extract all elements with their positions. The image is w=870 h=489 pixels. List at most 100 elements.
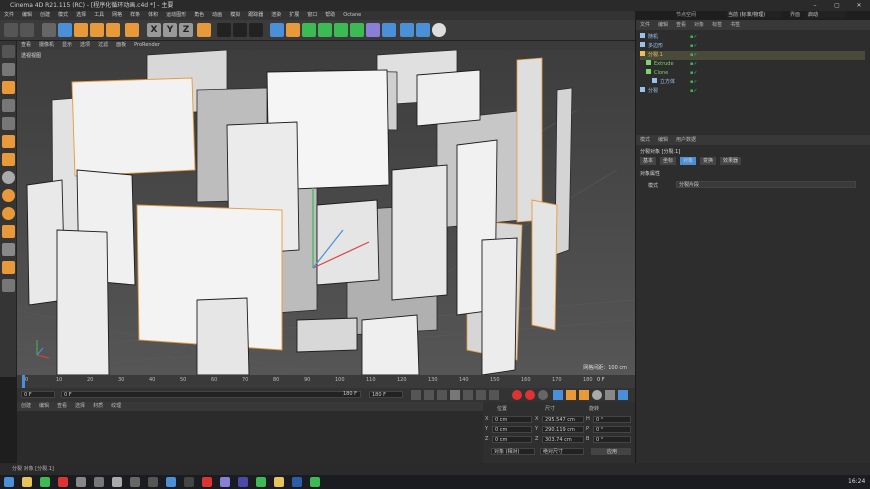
- edges-mode-icon[interactable]: [2, 117, 15, 130]
- app-icon[interactable]: [256, 477, 266, 487]
- polygons-mode-icon[interactable]: [2, 135, 15, 148]
- app-icon[interactable]: [202, 477, 212, 487]
- cloner-icon[interactable]: [334, 23, 348, 37]
- model-mode-icon[interactable]: [2, 45, 15, 58]
- attribute-subtab[interactable]: 变换: [700, 157, 717, 165]
- material-menu-item-0[interactable]: 创建: [17, 402, 35, 411]
- menu-item-8[interactable]: 体积: [144, 11, 162, 20]
- menu-item-12[interactable]: 模拟: [226, 11, 244, 20]
- render-settings-icon[interactable]: [249, 23, 263, 37]
- size-field[interactable]: 290.119 cm: [542, 426, 584, 433]
- object-menu-item-4[interactable]: 标签: [708, 20, 726, 30]
- viewport[interactable]: 透视视图 网格间距：100 cm: [17, 50, 635, 375]
- transform-icon[interactable]: [106, 23, 120, 37]
- menu-item-9[interactable]: 运动图形: [162, 11, 190, 20]
- position-key-icon[interactable]: [553, 390, 563, 400]
- visibility-check-icon[interactable]: ▪✓: [690, 87, 698, 96]
- position-field[interactable]: 0 cm: [492, 426, 532, 433]
- visibility-check-icon[interactable]: ▪✓: [690, 78, 698, 87]
- rotation-key-icon[interactable]: [579, 390, 589, 400]
- x-axis-icon[interactable]: X: [147, 23, 161, 37]
- rotate-icon[interactable]: [90, 23, 104, 37]
- position-field[interactable]: 0 cm: [492, 416, 532, 423]
- floor-icon[interactable]: [400, 23, 414, 37]
- object-row[interactable]: 分裂 ▪✓: [640, 87, 865, 96]
- deformer-icon[interactable]: [366, 23, 380, 37]
- explorer-icon[interactable]: [22, 477, 32, 487]
- camera-icon[interactable]: [416, 23, 430, 37]
- object-row[interactable]: 多边形 ▪✓: [640, 42, 865, 51]
- viewport-menu-item-4[interactable]: 过滤: [94, 41, 112, 50]
- material-menu-item-4[interactable]: 材质: [89, 402, 107, 411]
- size-field[interactable]: 303.74 cm: [542, 436, 584, 443]
- object-row[interactable]: Clone ▪✓: [640, 69, 865, 78]
- menu-item-17[interactable]: 帮助: [321, 11, 339, 20]
- layout-select[interactable]: 当前 (标准/物理): [726, 11, 782, 18]
- menu-item-11[interactable]: 动画: [208, 11, 226, 20]
- menu-item-18[interactable]: Octane: [339, 11, 365, 20]
- light-icon[interactable]: [432, 23, 446, 37]
- visibility-check-icon[interactable]: ▪✓: [690, 60, 698, 69]
- field-icon[interactable]: [382, 23, 396, 37]
- material-menu-item-2[interactable]: 查看: [53, 402, 71, 411]
- app-icon[interactable]: [130, 477, 140, 487]
- close-button[interactable]: ✕: [848, 0, 870, 11]
- record-icon[interactable]: [512, 390, 522, 400]
- attribute-menu-item-0[interactable]: 模式: [636, 135, 654, 145]
- start-icon[interactable]: [4, 477, 14, 487]
- interface-select[interactable]: 启动: [806, 11, 846, 18]
- live-select-icon[interactable]: [42, 23, 56, 37]
- object-menu-item-1[interactable]: 编辑: [654, 20, 672, 30]
- scale-key-icon[interactable]: [566, 390, 576, 400]
- cube-icon[interactable]: [270, 23, 284, 37]
- object-row[interactable]: 分裂.1 ▪✓: [640, 51, 865, 60]
- app-icon[interactable]: [310, 477, 320, 487]
- viewport-menu-item-2[interactable]: 显示: [58, 41, 76, 50]
- viewport-menu-item-3[interactable]: 选项: [76, 41, 94, 50]
- auto-key-icon[interactable]: [525, 390, 535, 400]
- object-menu-item-0[interactable]: 文件: [636, 20, 654, 30]
- play-icon[interactable]: [450, 390, 460, 400]
- timeline-ruler[interactable]: 0 F 0 10 20 30 40 50 60 70 80 90 100 110 120 130 140 15…: [17, 375, 635, 388]
- guide-icon[interactable]: [2, 243, 15, 256]
- prev-key-icon[interactable]: [424, 390, 434, 400]
- size-mode-select[interactable]: 绝对尺寸: [540, 448, 584, 455]
- viewport-menu-item-0[interactable]: 查看: [17, 41, 35, 50]
- position-field[interactable]: 0 cm: [492, 436, 532, 443]
- object-row[interactable]: 随机 ▪✓: [640, 33, 865, 42]
- pen-icon[interactable]: [286, 23, 300, 37]
- object-row[interactable]: 立方体 ▪✓: [640, 78, 865, 87]
- menu-item-13[interactable]: 跟踪器: [244, 11, 267, 20]
- point-level-icon[interactable]: [605, 390, 615, 400]
- snap-settings-icon[interactable]: [2, 189, 15, 202]
- current-frame-field[interactable]: 0 F: [61, 391, 361, 398]
- object-menu-item-2[interactable]: 查看: [672, 20, 690, 30]
- menu-item-7[interactable]: 样条: [126, 11, 144, 20]
- app-icon[interactable]: [148, 477, 158, 487]
- chrome-icon[interactable]: [40, 477, 50, 487]
- material-menu-item-5[interactable]: 纹理: [107, 402, 125, 411]
- menu-item-4[interactable]: 选择: [72, 11, 90, 20]
- last-frame-icon[interactable]: [489, 390, 499, 400]
- visibility-check-icon[interactable]: ▪✓: [690, 51, 698, 60]
- menu-item-1[interactable]: 编辑: [18, 11, 36, 20]
- app-icon[interactable]: [184, 477, 194, 487]
- menu-item-15[interactable]: 扩展: [285, 11, 303, 20]
- first-frame-icon[interactable]: [411, 390, 421, 400]
- attribute-subtab[interactable]: 基本: [640, 157, 657, 165]
- texture-mode-icon[interactable]: [2, 63, 15, 76]
- y-axis-icon[interactable]: Y: [163, 23, 177, 37]
- object-menu-item-3[interactable]: 对象: [690, 20, 708, 30]
- attribute-menu-item-2[interactable]: 用户数据: [672, 135, 700, 145]
- visibility-check-icon[interactable]: ▪✓: [690, 42, 698, 51]
- viewport-menu-item-6[interactable]: ProRender: [130, 41, 164, 50]
- undo-icon[interactable]: [4, 23, 18, 37]
- attribute-subtab[interactable]: 效果器: [720, 157, 742, 165]
- attribute-subtab[interactable]: 坐标: [660, 157, 677, 165]
- z-axis-icon[interactable]: Z: [179, 23, 193, 37]
- lock-icon[interactable]: [2, 225, 15, 238]
- material-menu-item-1[interactable]: 编辑: [35, 402, 53, 411]
- viewport-menu-item-5[interactable]: 面板: [112, 41, 130, 50]
- quantize-icon[interactable]: [2, 207, 15, 220]
- next-key-icon[interactable]: [476, 390, 486, 400]
